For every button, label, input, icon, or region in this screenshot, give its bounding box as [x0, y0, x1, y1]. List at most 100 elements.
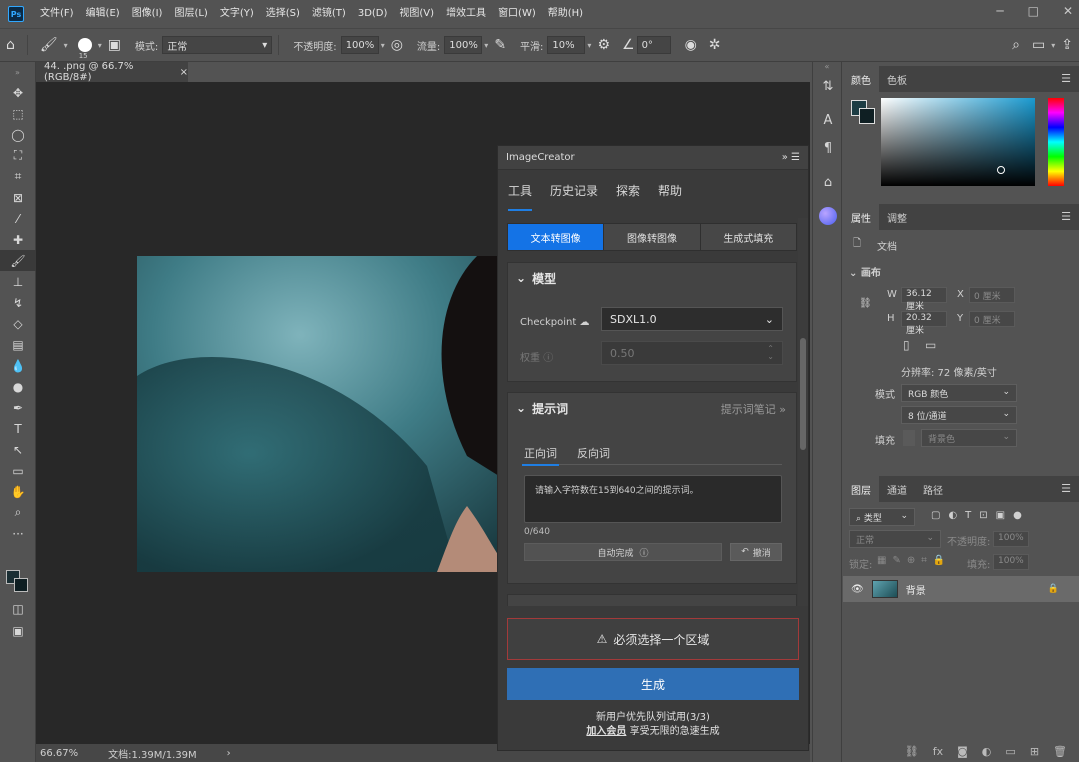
quick-mask-icon[interactable]: ◫ [0, 598, 36, 619]
menu-type[interactable]: 文字(Y) [214, 0, 260, 28]
history-brush-tool-icon[interactable]: ↯ [0, 292, 36, 313]
frame-tool-icon[interactable]: ⊠ [0, 187, 36, 208]
checkpoint-select[interactable]: SDXL1.0 ⌄ [601, 307, 783, 331]
opacity-input[interactable]: 100% [340, 36, 379, 54]
pressure-opacity-icon[interactable]: ◎ [391, 37, 403, 53]
close-tab-button[interactable]: × [180, 67, 188, 78]
zoom-level[interactable]: 66.67% [40, 748, 78, 759]
menu-filter[interactable]: 滤镜(T) [306, 0, 352, 28]
height-input[interactable]: 20.32 厘米 [901, 311, 947, 336]
layer-name[interactable]: 背景 [906, 582, 926, 597]
document-image[interactable] [137, 256, 499, 572]
new-layer-icon[interactable]: ⊞ [1030, 745, 1039, 758]
panel-menu-icon[interactable]: ☰ [1061, 482, 1071, 495]
gear-icon[interactable]: ⚙ [597, 37, 610, 53]
tab-color[interactable]: 颜色 [843, 66, 879, 92]
type-tool-icon[interactable]: T [0, 418, 36, 439]
model-section-header[interactable]: ⌄ 模型 [508, 263, 796, 293]
fill-opacity-input[interactable]: 100% [993, 554, 1029, 570]
y-input[interactable]: 0 厘米 [969, 311, 1015, 327]
link-icon[interactable]: ⛓ [859, 298, 872, 309]
blend-mode-select[interactable]: 正常 ⌄ [849, 530, 941, 548]
menu-layer[interactable]: 图层(L) [168, 0, 213, 28]
x-input[interactable]: 0 厘米 [969, 287, 1015, 303]
menu-view[interactable]: 视图(V) [393, 0, 440, 28]
chevron-down-icon[interactable]: ▾ [98, 41, 102, 50]
tab-positive-prompt[interactable]: 正向词 [522, 441, 559, 466]
tab-channels[interactable]: 通道 [879, 476, 915, 502]
smoothing-input[interactable]: 10% [547, 36, 586, 54]
pressure-size-icon[interactable]: ◉ [685, 37, 697, 53]
select-area-warning[interactable]: ⚠ 必须选择一个区域 [507, 618, 799, 660]
lasso-tool-icon[interactable]: ◯ [0, 124, 36, 145]
dodge-tool-icon[interactable]: ● [0, 376, 36, 397]
delete-layer-icon[interactable]: 🗑 [1053, 745, 1067, 758]
angle-input[interactable]: 0° [636, 36, 671, 54]
fx-icon[interactable]: fx [933, 745, 943, 758]
more-tools-icon[interactable]: ··· [0, 523, 36, 544]
stamp-tool-icon[interactable]: ⊥ [0, 271, 36, 292]
hue-slider[interactable] [1048, 98, 1064, 186]
color-field[interactable] [881, 98, 1035, 186]
crop-tool-icon[interactable]: ⌗ [0, 166, 36, 187]
character-panel-icon[interactable]: A [813, 106, 843, 134]
scrollbar-thumb[interactable] [800, 338, 806, 450]
chevron-down-icon[interactable]: ▾ [381, 41, 385, 50]
search-icon[interactable]: ⌕ [1012, 37, 1020, 53]
gradient-tool-icon[interactable]: ▤ [0, 334, 36, 355]
marquee-tool-icon[interactable]: ⬚ [0, 103, 36, 124]
workspace-icon[interactable]: ▭ [1032, 37, 1045, 53]
mode-image-to-image[interactable]: 图像转图像 [604, 224, 701, 250]
scrollbar[interactable] [798, 218, 808, 606]
tab-history[interactable]: 历史记录 [550, 178, 598, 203]
menu-select[interactable]: 选择(S) [260, 0, 306, 28]
minimize-button[interactable]: ─ [996, 4, 1003, 18]
layer-row[interactable]: 👁 背景 🔒 [843, 576, 1079, 602]
menu-file[interactable]: 文件(F) [34, 0, 80, 28]
panel-menu-icon[interactable]: » ☰ [782, 152, 800, 163]
brush-size-preview[interactable]: 15 [77, 38, 92, 60]
hand-tool-icon[interactable]: ✋ [0, 481, 36, 502]
menu-3d[interactable]: 3D(D) [352, 0, 394, 28]
menu-window[interactable]: 窗口(W) [492, 0, 542, 28]
layer-filter-icons[interactable]: ▢◐T⊡▣● [931, 510, 1030, 521]
chevron-down-icon[interactable]: ▾ [1051, 41, 1055, 50]
mode-generative-fill[interactable]: 生成式填充 [700, 224, 796, 250]
menu-plugins[interactable]: 增效工具 [440, 0, 492, 28]
paragraph-panel-icon[interactable]: ¶ [813, 134, 843, 162]
eye-icon[interactable]: 👁 [851, 584, 864, 595]
zoom-tool-icon[interactable]: ⌕ [0, 502, 36, 523]
fill-swatch[interactable] [903, 430, 915, 446]
tab-properties[interactable]: 属性 [843, 204, 879, 230]
autocomplete-button[interactable]: 自动完成 ⓘ [524, 543, 722, 561]
collapse-icon[interactable]: » [0, 62, 35, 82]
chevron-down-icon[interactable]: ▾ [64, 41, 68, 50]
generate-button[interactable]: 生成 [507, 668, 799, 700]
healing-tool-icon[interactable]: ✚ [0, 229, 36, 250]
weight-input[interactable]: 0.50 ⌃ ⌄ [601, 341, 783, 365]
shape-tool-icon[interactable]: ▭ [0, 460, 36, 481]
close-window-button[interactable]: ✕ [1063, 4, 1073, 18]
collapse-icon[interactable]: « [813, 62, 841, 72]
join-member-link[interactable]: 加入会员 [586, 726, 626, 737]
menu-help[interactable]: 帮助(H) [542, 0, 589, 28]
lock-icons[interactable]: ▦✎⊕⌗🔒 [877, 555, 951, 566]
chevron-down-icon[interactable]: ▾ [587, 41, 591, 50]
layer-filter-select[interactable]: ⌕ 类型 ⌄ [849, 508, 915, 526]
orientation-portrait-icon[interactable]: ▯ [903, 338, 910, 352]
eyedropper-tool-icon[interactable]: ⁄ [0, 208, 36, 229]
tab-adjustments[interactable]: 调整 [879, 204, 915, 230]
history-panel-icon[interactable]: ⇅ [813, 72, 843, 100]
add-mask-icon[interactable]: ◙ [957, 745, 968, 758]
document-tab[interactable]: 44. .png @ 66.7%(RGB/8#) × [36, 61, 188, 83]
tab-tools[interactable]: 工具 [508, 178, 533, 211]
tab-help[interactable]: 帮助 [658, 178, 682, 203]
tab-negative-prompt[interactable]: 反向词 [577, 441, 610, 464]
flow-input[interactable]: 100% [444, 36, 483, 54]
share-icon[interactable]: ⇪ [1061, 37, 1073, 53]
menu-image[interactable]: 图像(I) [126, 0, 169, 28]
pen-tool-icon[interactable]: ✒ [0, 397, 36, 418]
background-color-swatch[interactable] [14, 578, 28, 592]
orientation-landscape-icon[interactable]: ▭ [925, 338, 936, 352]
layer-opacity-input[interactable]: 100% [993, 531, 1029, 547]
